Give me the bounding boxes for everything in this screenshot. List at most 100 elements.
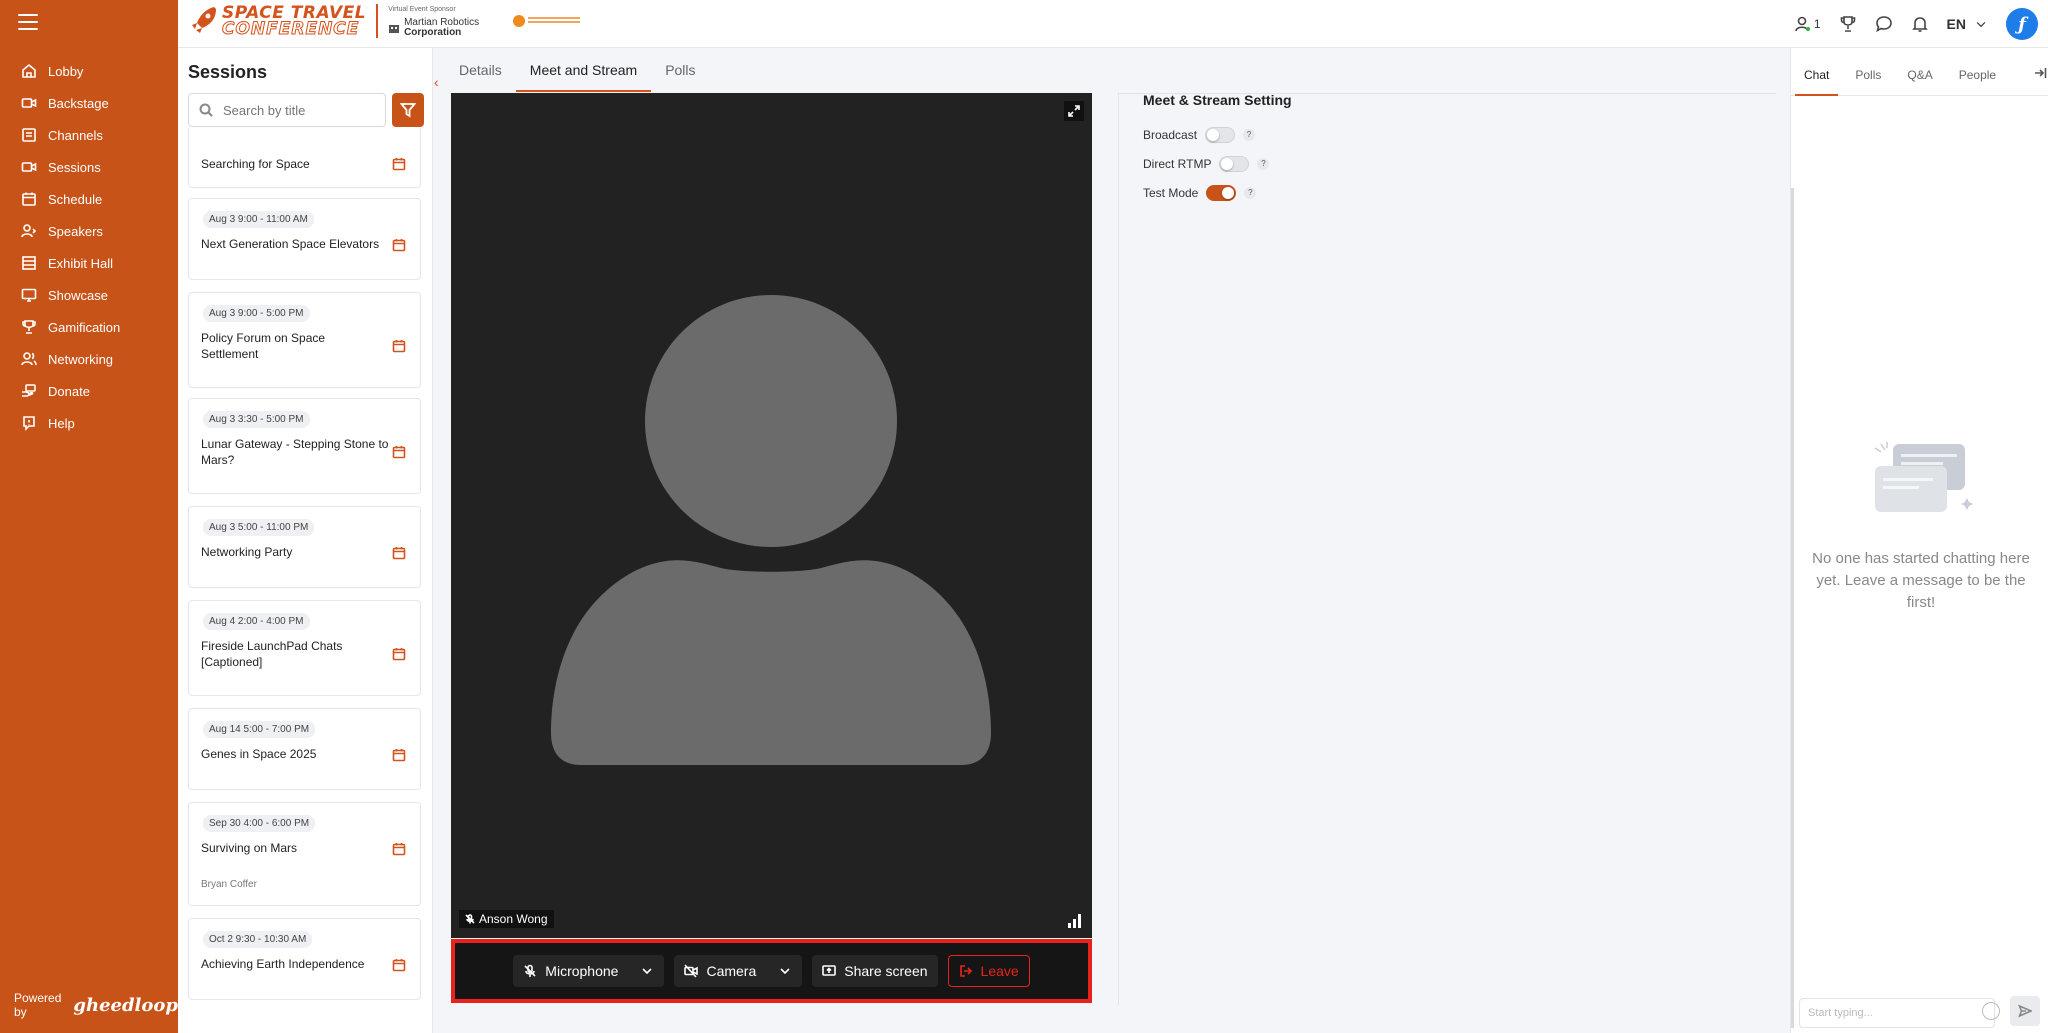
online-users[interactable]: 1 (1794, 15, 1821, 33)
trophy-icon[interactable] (1839, 15, 1857, 33)
tab-people[interactable]: People (1946, 48, 2009, 96)
tab-qa[interactable]: Q&A (1894, 48, 1945, 96)
microphone-button[interactable]: Microphone (513, 955, 665, 987)
session-title: Surviving on Mars (201, 841, 298, 855)
sponsor-label: Virtual Event Sponsor (388, 5, 456, 13)
nav-item-sessions[interactable]: Sessions (0, 150, 178, 184)
nav-item-lobby[interactable]: Lobby (0, 54, 178, 88)
leave-icon (959, 965, 972, 977)
chevron-down-icon[interactable] (640, 964, 654, 978)
channels-icon (20, 127, 38, 143)
nav-item-backstage[interactable]: Backstage (0, 86, 178, 120)
session-date: Aug 3 9:00 - 11:00 AM (203, 211, 314, 228)
tab-chat[interactable]: Chat (1791, 48, 1842, 96)
user-avatar[interactable]: ƒ (2006, 8, 2038, 40)
session-card[interactable]: Aug 3 3:30 - 5:00 PM Lunar Gateway - Ste… (188, 398, 421, 494)
building-icon (20, 255, 38, 271)
nav-item-schedule[interactable]: Schedule (0, 182, 178, 216)
camera-icon (20, 95, 38, 111)
help-icon[interactable]: ? (1244, 186, 1257, 199)
settings-title: Meet & Stream Setting (1143, 92, 1292, 108)
setting-label: Test Mode (1143, 185, 1199, 200)
chevron-down-icon[interactable] (778, 964, 792, 978)
session-card[interactable]: Aug 3 9:00 - 5:00 PM Policy Forum on Spa… (188, 292, 421, 388)
session-card[interactable]: Aug 4 2:00 - 4:00 PM Fireside LaunchPad … (188, 600, 421, 696)
share-screen-button[interactable]: Share screen (812, 955, 938, 987)
test-mode-toggle[interactable] (1206, 184, 1237, 201)
tab-polls[interactable]: Polls (651, 48, 709, 92)
add-to-calendar-icon[interactable] (392, 647, 406, 661)
logo-line-2: CONFERENCE (221, 19, 360, 39)
nav-item-label: Donate (48, 383, 90, 399)
sponsor-name-2: Corporation (404, 26, 462, 38)
help-icon[interactable]: ? (1257, 157, 1270, 170)
bell-icon[interactable] (1911, 15, 1929, 33)
share-screen-label: Share screen (844, 963, 928, 979)
chat-message-input[interactable]: Start typing... (1799, 998, 1995, 1028)
nav-item-donate[interactable]: Donate (0, 374, 178, 408)
sponsor-block: Virtual Event Sponsor Martian Robotics C… (388, 5, 479, 38)
chevron-down-icon (1976, 22, 1986, 28)
filter-button[interactable] (392, 93, 424, 127)
search-input[interactable] (223, 102, 383, 118)
session-card[interactable]: Aug 14 5:00 - 7:00 PM Genes in Space 202… (188, 708, 421, 790)
left-navigation: Lobby Backstage Channels Sessions Schedu… (0, 0, 178, 1033)
session-card[interactable]: Sep 30 4:00 - 6:00 PM Surviving on Mars … (188, 802, 421, 906)
session-card[interactable]: Oct 2 9:30 - 10:30 AM Achieving Earth In… (188, 918, 421, 1000)
direct-rtmp-toggle[interactable] (1219, 155, 1250, 172)
add-to-calendar-icon[interactable] (392, 748, 406, 762)
hamburger-menu-icon[interactable] (18, 14, 38, 32)
broadcast-toggle[interactable] (1205, 126, 1236, 143)
help-icon[interactable]: ? (1243, 128, 1256, 141)
nav-item-help[interactable]: Help (0, 406, 178, 440)
add-to-calendar-icon[interactable] (392, 157, 406, 171)
tab-details[interactable]: Details (445, 48, 516, 92)
sponsor-circle-icon (513, 15, 526, 27)
nav-item-channels[interactable]: Channels (0, 118, 178, 152)
empty-chat-message: No one has started chatting here yet. Le… (1812, 550, 2030, 611)
nav-item-speakers[interactable]: Speakers (0, 214, 178, 248)
home-icon (20, 63, 38, 79)
language-selector[interactable]: EN (1947, 16, 1988, 32)
tab-meet-and-stream[interactable]: Meet and Stream (515, 48, 652, 92)
nav-item-label: Networking (48, 351, 114, 367)
call-controls: Microphone Camera Share screen Leave (451, 939, 1092, 1003)
add-to-calendar-icon[interactable] (392, 445, 406, 459)
logo-divider (376, 4, 379, 38)
main-tabs: Details Meet and Stream Polls (445, 48, 710, 92)
video-icon (20, 159, 38, 175)
add-to-calendar-icon[interactable] (392, 958, 406, 972)
add-to-calendar-icon[interactable] (392, 546, 406, 560)
user-online-icon (1795, 16, 1810, 32)
setting-label: Broadcast (1143, 127, 1198, 142)
collapse-panel-icon[interactable] (2033, 66, 2048, 86)
collapse-sessions-icon[interactable]: ‹ (434, 74, 439, 90)
online-user-count: 1 (1813, 17, 1821, 31)
nav-item-exhibit-hall[interactable]: Exhibit Hall (0, 246, 178, 280)
add-to-calendar-icon[interactable] (392, 842, 406, 856)
video-tile[interactable]: Anson Wong (451, 93, 1092, 938)
session-card[interactable]: Aug 3 5:00 - 11:00 PM Networking Party (188, 506, 421, 588)
avatar-placeholder-icon (551, 295, 991, 765)
leave-button[interactable]: Leave (947, 955, 1030, 987)
event-logo[interactable]: SPACE TRAVEL CONFERENCE Virtual Event Sp… (190, 4, 581, 39)
session-card[interactable]: Searching for Space (188, 128, 421, 188)
nav-item-showcase[interactable]: Showcase (0, 278, 178, 312)
emoji-icon[interactable] (1982, 1002, 2000, 1020)
scrollbar[interactable] (1791, 188, 1794, 1028)
send-icon (2018, 1004, 2032, 1018)
tab-polls[interactable]: Polls (1842, 48, 1894, 96)
session-title: Next Generation Space Elevators (201, 237, 380, 251)
add-to-calendar-icon[interactable] (392, 238, 406, 252)
second-sponsor-logo (513, 15, 581, 27)
gheedloop-logo[interactable]: gheedloop (73, 995, 178, 1016)
camera-button[interactable]: Camera (674, 955, 803, 987)
send-button[interactable] (2010, 996, 2040, 1026)
session-search[interactable] (188, 93, 386, 127)
add-to-calendar-icon[interactable] (392, 339, 406, 353)
session-date: Aug 3 9:00 - 5:00 PM (203, 305, 310, 322)
nav-item-gamification[interactable]: Gamification (0, 310, 178, 344)
session-card[interactable]: Aug 3 9:00 - 11:00 AM Next Generation Sp… (188, 198, 421, 280)
chat-bubble-icon[interactable] (1875, 15, 1893, 33)
nav-item-networking[interactable]: Networking (0, 342, 178, 376)
